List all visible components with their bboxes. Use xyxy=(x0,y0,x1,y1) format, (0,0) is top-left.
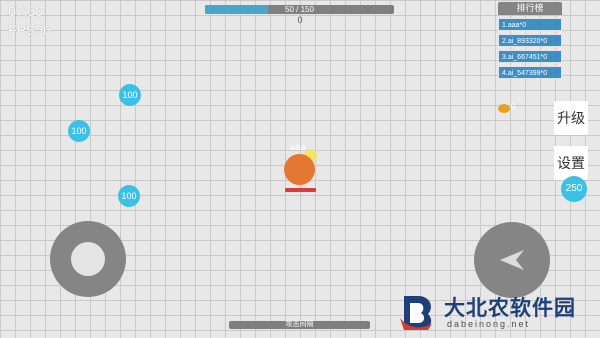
leaderboard-row: 1.aaa*0 xyxy=(498,18,562,31)
coin-icon xyxy=(498,104,510,113)
watermark-logo-icon xyxy=(400,296,432,330)
fire-joystick[interactable] xyxy=(474,222,550,298)
coin-count: 0 xyxy=(511,102,516,111)
site-watermark: 大北农软件园 dabeinong.net xyxy=(398,290,594,334)
player-health-bar xyxy=(285,188,316,192)
leaderboard-row: 3.ai_667451*0 xyxy=(498,50,562,63)
move-joystick[interactable] xyxy=(50,221,126,297)
attack-interval-bar: 攻击间隔 xyxy=(229,321,370,329)
watermark-title: 大北农软件园 xyxy=(444,297,576,320)
move-joystick-knob[interactable] xyxy=(71,242,105,276)
leaderboard-row: 2.ai_893320*0 xyxy=(498,34,562,47)
score-value: 0 xyxy=(297,15,303,25)
experience-bar: 50 / 150 xyxy=(205,5,394,14)
leaderboard: 排行榜 1.aaa*0 2.ai_893320*0 3.ai_667451*0 … xyxy=(498,2,562,79)
xp-orb: 100 xyxy=(119,84,141,106)
game-canvas[interactable]: 07:50 FPS56 50 / 150 0 排行榜 1.aaa*0 2.ai_… xyxy=(0,0,600,338)
leaderboard-row: 4.ai_547399*0 xyxy=(498,66,562,79)
fire-arrow-icon xyxy=(500,250,524,270)
settings-button[interactable]: 设置 xyxy=(554,146,588,180)
upgrade-button[interactable]: 升级 xyxy=(554,101,588,135)
player-name: aaa xyxy=(290,142,307,152)
experience-label: 50 / 150 xyxy=(285,5,314,14)
player-tank xyxy=(284,154,315,185)
xp-orb: 250 xyxy=(561,176,587,202)
clock-display: 07:50 xyxy=(8,3,44,19)
leaderboard-title: 排行榜 xyxy=(498,2,562,15)
xp-orb: 100 xyxy=(68,120,90,142)
fps-counter: FPS56 xyxy=(8,22,51,38)
watermark-url: dabeinong.net xyxy=(447,319,531,329)
xp-orb: 100 xyxy=(118,185,140,207)
